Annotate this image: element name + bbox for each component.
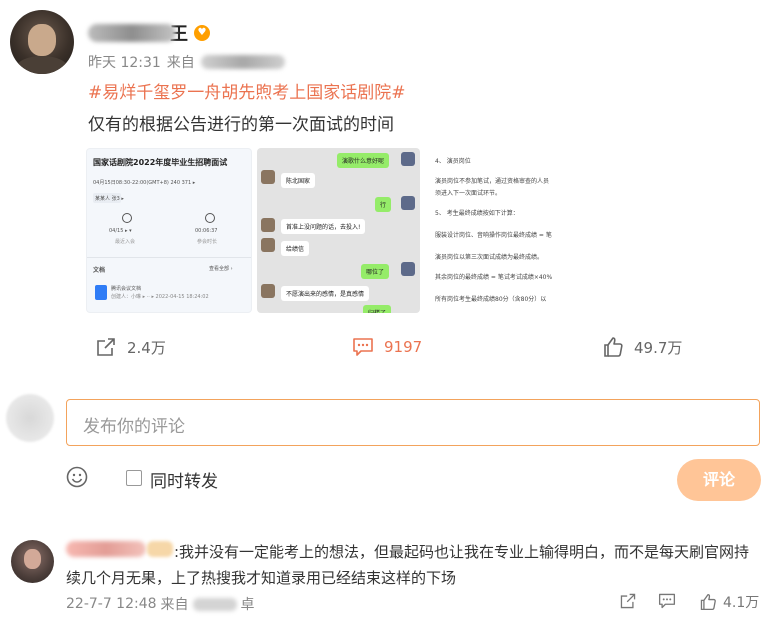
comment-like-count: 4.1万 [723,595,760,611]
chat-bubble: 给绩信 [281,241,310,256]
join-time-icon [122,213,132,223]
comment-meta: 22-7-7 12:48 来自 卓 [66,594,255,614]
doc-line: 其余岗位的最终成绩 = 笔试考试成绩×40% [435,274,553,281]
commenter-avatar[interactable] [11,540,54,583]
docs-view-all: 查看全部 › [209,266,233,272]
comment-input[interactable]: 发布你的评论 [66,399,760,446]
chat-bubble: 首准上没问题的话，去投入! [281,219,366,234]
avatar-face [24,549,41,569]
meeting-time: 04月15日08:30-22:00(GMT+8) 240 371 ▸ [93,180,196,186]
doc-name: 腾讯会议文档 [111,286,142,292]
post-image-1[interactable]: 国家话剧院2022年度毕业生招聘面试 04月15日08:30-22:00(GMT… [86,148,252,313]
meeting-host: 某某人 张3 ▸ [95,196,124,202]
chat-bubble: 演歌什么意好呢 [337,153,390,168]
comment-icon [658,593,676,609]
share-icon [97,338,115,356]
doc-line: 须进入下一次面试环节。 [435,190,502,197]
divider [87,257,251,258]
join-date-label: 最近入会 [115,239,136,245]
post-source-redacted [200,55,285,69]
author-name[interactable]: 王 ♥ [88,22,210,45]
chat-avatar [261,238,275,252]
emoji-icon[interactable] [66,466,88,488]
author-avatar[interactable] [10,10,74,74]
doc-line: 服装设计岗位、音响操作岗位最终成绩 = 笔 [435,232,552,239]
doc-file-icon [95,285,107,300]
doc-meta: 创建人：小琳 ▸ ·· ▸ 2022-04-15 18:24:02 [111,294,209,300]
chat-bubble: 行 [375,197,392,212]
comment-time: 22-7-7 12:48 [66,596,157,612]
share-button[interactable]: 2.4万 [95,336,166,358]
thumbs-up-icon [604,337,623,357]
meeting-title: 国家话剧院2022年度毕业生招聘面试 [93,158,228,167]
chat-avatar [261,218,275,232]
comment-like-button[interactable]: 4.1万 [699,592,759,612]
post-image-3[interactable]: 4、 演员岗位 演员岗位不参加笔试，通过资格审查的人员 须进入下一次面试环节。 … [425,148,592,313]
post-time[interactable]: 昨天 12:31 [88,52,161,72]
chat-avatar [261,170,275,184]
commenter-badge-redacted [147,541,173,557]
join-date: 04/15 ▸ ▾ [109,228,132,234]
duration-icon [205,213,215,223]
submit-comment-button[interactable]: 评论 [677,459,761,501]
chat-avatar [401,152,415,166]
comment-count: 9197 [384,338,423,356]
chat-bubble: 陈北国家 [281,173,316,188]
repost-checkbox[interactable] [126,470,142,486]
doc-line: 5、 考生最终成绩按如下计算： [435,210,519,217]
comment-button[interactable]: 9197 [352,336,422,358]
commenter-name-redacted[interactable] [66,541,146,557]
like-count: 49.7万 [634,338,683,357]
post-hashtag[interactable]: #易烊千玺罗一舟胡先煦考上国家话剧院# [88,78,406,103]
post-image-2[interactable]: 演歌什么意好呢 陈北国家 行 首准上没问题的话，去投入! 给绩信 哪位了 不愿演… [257,148,420,313]
share-icon [620,593,636,609]
doc-line: 演员岗位不参加笔试，通过资格审查的人员 [435,178,550,185]
share-count: 2.4万 [127,338,166,357]
chat-bubble: 哪位了 [361,264,390,279]
repost-label[interactable]: 同时转发 [150,467,218,492]
avatar-shirt [16,56,68,74]
doc-line: 演员岗位以第三次面试成绩为最终成绩。 [435,254,544,261]
comment-share-button[interactable] [619,592,637,610]
meeting-duration: 00:06:37 [195,228,218,234]
author-name-redacted [88,24,176,42]
comment-icon [353,338,373,356]
comment-source-suffix: 卓 [240,597,255,613]
vip-badge-icon: ♥ [194,25,210,41]
avatar-face [28,24,56,56]
comment-reply-button[interactable] [658,592,676,610]
doc-line: 所有岗位考生最终成绩80分（含80分）以 [435,296,547,303]
post-action-bar: 2.4万 9197 49.7万 [0,336,771,360]
chat-avatar [401,196,415,210]
chat-bubble: 不愿演出来的感情，是真感情 [281,286,370,301]
chat-avatar [261,284,275,298]
my-avatar [6,394,54,442]
like-button[interactable]: 49.7万 [602,336,682,358]
duration-label: 参会时长 [197,239,218,245]
post-text: 仅有的根据公告进行的第一次面试的时间 [88,115,394,135]
chat-bubble: 归楼了 [363,305,392,313]
thumbs-up-icon [700,593,716,611]
chat-avatar [401,262,415,276]
docs-heading: 文档 [93,267,106,274]
post-meta: 昨天 12:31 来自 [88,52,285,72]
comment-source-label: 来自 [160,597,189,613]
comment-source-redacted [192,597,237,611]
post-source-label: 来自 [166,55,195,71]
doc-line: 4、 演员岗位 [435,158,471,165]
